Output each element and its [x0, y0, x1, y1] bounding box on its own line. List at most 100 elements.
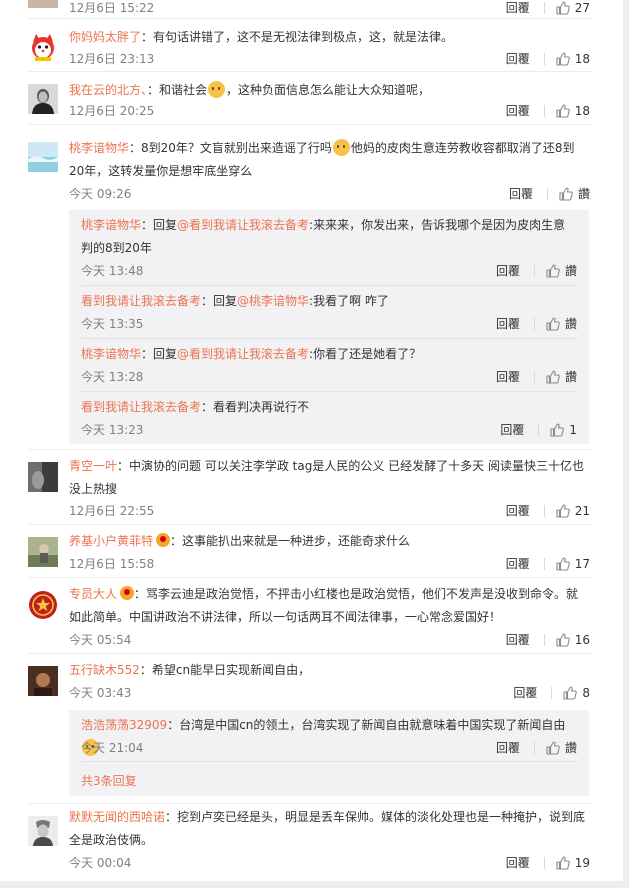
username-link[interactable]: 桃李谙物华	[81, 218, 141, 232]
reply-button[interactable]: 回覆	[506, 503, 530, 519]
username-link[interactable]: 浩浩荡荡32909	[81, 718, 167, 732]
username-link[interactable]: 专员大人	[69, 587, 117, 601]
smile-emoji-icon	[208, 81, 226, 98]
reply-button[interactable]: 回覆	[496, 740, 520, 756]
page-edge-bottom	[0, 881, 629, 888]
outdoor-avatar[interactable]	[28, 537, 58, 567]
reply-button[interactable]: 回覆	[496, 369, 520, 385]
cartoon-avatar[interactable]	[28, 31, 58, 61]
comment-time: 12月6日 23:13	[69, 52, 155, 66]
comment-text: 你妈妈太胖了：有句话讲错了，这不是无视法律到极点，这，就是法律。	[69, 26, 589, 49]
reply-prefix: ：回复	[141, 347, 178, 361]
like-icon[interactable]	[556, 104, 570, 118]
comment-time: 12月6日 22:55	[69, 504, 155, 518]
reply-button[interactable]: 回覆	[509, 186, 533, 202]
like-icon[interactable]	[546, 370, 560, 384]
reply-button[interactable]: 回覆	[506, 855, 530, 871]
dark-photo-avatar[interactable]	[28, 462, 58, 492]
like-icon[interactable]	[556, 52, 570, 66]
reply-list: 浩浩荡荡32909：台湾是中国cn的领土，台湾实现了新闻自由就意味着中国实现了新…	[69, 710, 589, 796]
comment-time: 今天 03:43	[69, 686, 132, 700]
comment-text: 默默无闻的西哈诺：挖到卢奕已经是头，明显是丢车保帅。媒体的淡化处理也是一种掩护，…	[69, 806, 589, 852]
landscape-avatar[interactable]	[28, 142, 58, 172]
username-link[interactable]: 看到我请让我滚去备考	[81, 294, 201, 308]
reply-actions: 回覆 讚	[496, 369, 577, 385]
mention-link[interactable]: @看到我请让我滚去备考	[177, 218, 309, 232]
reply-button[interactable]: 回覆	[506, 632, 530, 648]
like-icon[interactable]	[559, 187, 573, 201]
like-icon[interactable]	[563, 686, 578, 700]
divider	[543, 53, 545, 65]
username-link[interactable]: 桃李谙物华	[81, 347, 141, 361]
comment-actions: 回覆 18	[506, 103, 590, 119]
reply-list: 桃李谙物华：回复@看到我请让我滚去备考:来来来，你发出来，告诉我哪个是因为皮肉生…	[69, 210, 589, 444]
divider	[551, 687, 553, 699]
reply-button[interactable]: 回覆	[496, 263, 520, 279]
username-link[interactable]: 我在云的北方、	[69, 83, 147, 97]
username-link[interactable]: 默默无闻的西哈诺	[69, 810, 165, 824]
comment-actions: 回覆 17	[506, 556, 590, 572]
mention-link[interactable]: @看到我请让我滚去备考	[177, 347, 309, 361]
comment-item: 专员大人 ：骂李云迪是政治觉悟，不抨击小红楼也是政治觉悟，他们不发声是没收到命令。…	[0, 578, 622, 654]
reply-item: 桃李谙物华：回复@看到我请让我滚去备考:来来来，你发出来，告诉我哪个是因为皮肉生…	[69, 210, 589, 286]
like-icon[interactable]	[546, 264, 560, 278]
like-count: 8	[582, 686, 590, 700]
username-link[interactable]: 看到我请让我滚去备考	[81, 400, 201, 414]
divider	[538, 424, 540, 436]
comment-body: ：8到20年？文盲就别出来造谣了行吗	[129, 141, 332, 155]
verified-badge-icon	[120, 586, 135, 600]
username-link[interactable]: 青空一叶	[69, 459, 117, 473]
comment-time: 今天 05:54	[69, 633, 132, 647]
like-icon[interactable]	[556, 557, 570, 571]
comment-item: 你妈妈太胖了：有句话讲错了，这不是无视法律到极点，这，就是法律。 12月6日 2…	[0, 19, 622, 72]
comment-item: 五行缺木552：希望cn能早日实现新闻自由， 今天 03:43 回覆 8 浩浩荡…	[0, 654, 622, 804]
comment-actions: 回覆 讚	[509, 186, 590, 202]
divider	[543, 558, 545, 570]
reply-actions: 回覆 讚	[496, 263, 577, 279]
like-count: 18	[574, 104, 590, 118]
reply-body: :你看了还是她看了？	[309, 347, 422, 361]
reply-button[interactable]: 回覆	[506, 51, 530, 67]
like-count: 讚	[564, 370, 577, 384]
like-icon[interactable]	[550, 423, 565, 437]
reply-actions: 回覆 讚	[496, 740, 577, 756]
username-link[interactable]: 你妈妈太胖了	[69, 30, 141, 44]
comment-text: 五行缺木552：希望cn能早日实现新闻自由，	[69, 659, 589, 682]
reply-body: ：看看判决再说行不	[201, 400, 310, 414]
reply-button[interactable]: 回覆	[500, 422, 524, 438]
reply-button[interactable]: 回覆	[496, 316, 520, 332]
like-icon[interactable]	[546, 741, 560, 755]
mention-link[interactable]: @桃李谙物华	[237, 294, 309, 308]
view-more-replies-link[interactable]: 共3条回复	[81, 772, 137, 789]
emblem-avatar[interactable]	[28, 590, 58, 620]
avatar[interactable]	[28, 0, 58, 8]
like-icon[interactable]	[556, 504, 570, 518]
comment-body: ：骂李云迪是政治觉悟，不抨击小红楼也是政治觉悟，他们不发声是没收到命令。就如此简…	[69, 587, 579, 624]
reply-button[interactable]: 回覆	[506, 103, 530, 119]
reply-button[interactable]: 回覆	[506, 0, 530, 16]
like-count: 1	[569, 423, 577, 437]
reply-time: 今天 13:28	[81, 370, 144, 384]
comment-actions: 回覆 16	[506, 632, 590, 648]
like-icon[interactable]	[556, 856, 570, 870]
like-icon[interactable]	[556, 1, 570, 15]
username-link[interactable]: 五行缺木552	[69, 663, 140, 677]
like-icon[interactable]	[556, 633, 570, 647]
reply-button[interactable]: 回覆	[506, 556, 530, 572]
username-link[interactable]: 桃李谙物华	[69, 141, 129, 155]
divider	[533, 318, 535, 330]
comment-body: ：这事能扒出来就是一种进步，还能奇求什么	[170, 534, 411, 548]
comment-item: 桃李谙物华：8到20年？文盲就别出来造谣了行吗 他妈的皮肉生意连劳教收容都取消了还…	[0, 125, 622, 450]
username-link[interactable]: 养基小户黄菲特	[69, 534, 153, 548]
comment-time: 今天 00:04	[69, 856, 132, 870]
sketch-avatar[interactable]	[28, 816, 58, 846]
divider	[533, 265, 535, 277]
like-count: 讚	[564, 264, 577, 278]
reply-body: :我看了啊 咋了	[309, 294, 389, 308]
reply-button[interactable]: 回覆	[513, 685, 537, 701]
reply-time: 今天 13:48	[81, 264, 144, 278]
reply-time: 今天 13:35	[81, 317, 144, 331]
brown-avatar[interactable]	[28, 666, 58, 696]
portrait-avatar[interactable]	[28, 84, 58, 114]
like-icon[interactable]	[546, 317, 560, 331]
